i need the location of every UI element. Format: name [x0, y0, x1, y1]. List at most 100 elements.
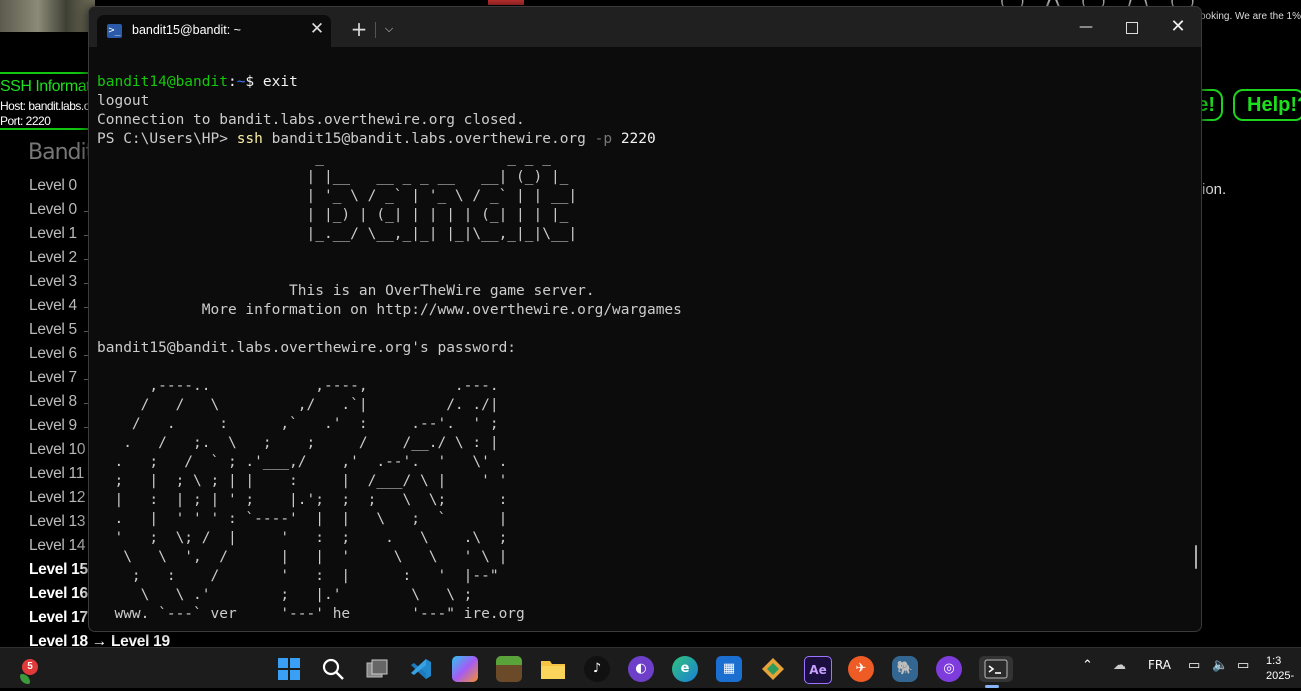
windows-start-icon[interactable]: [276, 656, 302, 682]
microsoft-store-icon[interactable]: ▦: [716, 656, 742, 682]
terminal-text-segment: . | ' ' ' : `----' | | \ ; ` |: [97, 511, 508, 527]
vscode-icon[interactable]: [408, 656, 434, 682]
terminal-line: This is an OverTheWire game server.: [97, 282, 1187, 301]
background-photo: [0, 0, 95, 32]
terminal-line: bandit14@bandit:~$ exit: [97, 73, 1187, 92]
terminal-text-segment: _ _ _ _: [97, 150, 551, 166]
tab-close-icon[interactable]: ✕: [307, 19, 327, 39]
help-button[interactable]: Help!?: [1233, 89, 1301, 121]
terminal-line: ; | ; \ ; | | : | /___/ \ | ' ': [97, 472, 1187, 491]
keyboard-language[interactable]: FRA: [1148, 658, 1171, 672]
ssh-info-title: SSH Informat: [0, 78, 91, 95]
terminal-text-segment: ,----.. ,----, .---.: [97, 378, 499, 394]
maximize-icon: [1126, 21, 1138, 34]
minimize-button[interactable]: —: [1063, 7, 1109, 47]
terminal-text-segment: ; : / ' : | : ' |--": [97, 568, 499, 584]
widgets-button[interactable]: 5: [8, 657, 38, 684]
github-icon[interactable]: ◐: [628, 656, 654, 682]
terminal-line: \ \ ', / | | ' \ \ ' \ |: [97, 548, 1187, 567]
ssh-info-port: Port: 2220: [0, 114, 51, 128]
taskbar: 5 ♪ ◐ e ▦ Ae ✈ 🐘 ◎ ⌃ ☁ FRA ▭ 🔈 ▭ 1:3 202…: [0, 647, 1301, 688]
terminal-text-segment: | |__ __ _ _ __ __| (_) |_: [97, 169, 569, 185]
copilot-icon[interactable]: [452, 656, 478, 682]
close-window-button[interactable]: ✕: [1155, 7, 1201, 47]
terminal-line: | '_ \ / _` | '_ \ / _` | | __|: [97, 187, 1187, 206]
terminal-line: www. `---` ver '---' he '---" ire.org: [97, 605, 1187, 624]
network-icon[interactable]: ▭: [1188, 658, 1200, 673]
terminal-line: | |__ __ _ _ __ __| (_) |_: [97, 168, 1187, 187]
task-view-icon[interactable]: [364, 656, 390, 682]
terminal-text-segment: logout: [97, 93, 150, 109]
terminal-text-segment: . ; / ` ; .'___,/ ,' .--'. ' \' .: [97, 454, 508, 470]
terminal-line: |_.__/ \__,_|_| |_|\__,_|_|\__|: [97, 225, 1187, 244]
terminal-line: _ _ _ _: [97, 149, 1187, 168]
terminal-text-segment: | : | ; | ' ; |.'; ; ; \ \; :: [97, 492, 508, 508]
widgets-badge: 5: [22, 659, 38, 675]
terminal-text-segment: Connection to bandit.labs.overthewire.or…: [97, 112, 525, 128]
search-icon[interactable]: [320, 656, 346, 682]
terminal-taskbar-icon[interactable]: [979, 656, 1013, 682]
new-tab-icon[interactable]: +: [349, 19, 369, 39]
file-explorer-icon[interactable]: [540, 656, 566, 682]
terminal-line: ,----.. ,----, .---.: [97, 377, 1187, 396]
terminal-output[interactable]: bandit14@bandit:~$ exit logout Connection …: [97, 73, 1187, 631]
terminal-line: . | ' ' ' : `----' | | \ ; ` |: [97, 510, 1187, 529]
bandit-heading: Bandit: [28, 140, 94, 165]
terminal-line: PS C:\Users\HP> ssh bandit15@bandit.labs…: [97, 130, 1187, 149]
terminal-line: \ \ .' ; |.' \ \ ;: [97, 586, 1187, 605]
minecraft-icon[interactable]: [496, 656, 522, 682]
git-tool-icon[interactable]: [760, 656, 786, 682]
terminal-line: ; : / ' : | : ' |--": [97, 567, 1187, 586]
terminal-titlebar[interactable]: >_ bandit15@bandit: ~ ✕ + ⌵ — ✕: [89, 7, 1201, 47]
chevron-up-icon[interactable]: ⌃: [1082, 658, 1093, 673]
terminal-text-segment: |_.__/ \__,_|_| |_|\__,_|_|\__|: [97, 226, 578, 242]
terminal-tab[interactable]: >_ bandit15@bandit: ~ ✕: [97, 15, 331, 47]
tor-browser-icon[interactable]: ◎: [936, 656, 962, 682]
clock[interactable]: 1:3 2025-: [1266, 654, 1294, 684]
volume-icon[interactable]: 🔈: [1212, 658, 1228, 673]
battery-icon[interactable]: ▭: [1237, 658, 1249, 673]
chevron-down-icon[interactable]: ⌵: [379, 19, 399, 39]
postman-icon[interactable]: ✈: [848, 656, 874, 682]
terminal-text-segment: ssh: [236, 131, 263, 147]
cloud-offline-icon[interactable]: ☁: [1113, 658, 1126, 673]
terminal-line: . / ;. \ ; ; / /__./ \ : |: [97, 434, 1187, 453]
terminal-line: . ; / ` ; .'___,/ ,' .--'. ' \' .: [97, 453, 1187, 472]
terminal-line: Connection to bandit.labs.overthewire.or…: [97, 111, 1187, 130]
after-effects-icon[interactable]: Ae: [804, 656, 832, 684]
powershell-icon: >_: [107, 24, 122, 38]
terminal-text-segment: This is an OverTheWire game server.: [97, 283, 595, 299]
terminal-line: More information on http://www.overthewi…: [97, 301, 1187, 320]
terminal-text-segment: bandit15@bandit.labs.overthewire.org: [262, 131, 595, 147]
tiktok-icon[interactable]: ♪: [584, 656, 610, 682]
ssh-information-box: SSH Informat Host: bandit.labs.o Port: 2…: [0, 72, 92, 130]
terminal-text-segment: . / ;. \ ; ; / /__./ \ : |: [97, 435, 499, 451]
terminal-text-segment: PS C:\Users\HP>: [97, 131, 237, 147]
terminal-text-segment: bandit14@bandit: [97, 74, 228, 90]
edge-icon[interactable]: e: [672, 656, 698, 682]
terminal-text-segment: ; | ; \ ; | | : | /___/ \ | ' ': [97, 473, 508, 489]
terminal-scrollbar[interactable]: [1195, 545, 1197, 569]
terminal-text-segment: :: [227, 74, 237, 90]
terminal-text-segment: More information on http://www.overthewi…: [97, 302, 682, 318]
tab-title: bandit15@bandit: ~: [132, 23, 241, 37]
terminal-text-segment: www. `---` ver '---' he '---" ire.org: [97, 606, 525, 622]
terminal-text-segment: \ \ .' ; |.' \ \ ;: [97, 587, 473, 603]
background-tagline: ooking. We are the 1%.: [1200, 11, 1301, 22]
terminal-window[interactable]: >_ bandit15@bandit: ~ ✕ + ⌵ — ✕ bandit14…: [88, 6, 1202, 632]
ssh-info-host: Host: bandit.labs.o: [0, 99, 90, 113]
pgadmin-icon[interactable]: 🐘: [892, 656, 918, 682]
terminal-line: | : | ; | ' ; |.'; ; ; \ \; :: [97, 491, 1187, 510]
maximize-button[interactable]: [1109, 7, 1155, 47]
terminal-line: / / \ ,/ .`| /. ./|: [97, 396, 1187, 415]
terminal-text-segment: 2220: [612, 131, 656, 147]
tab-separator: [375, 22, 376, 38]
terminal-line: logout: [97, 92, 1187, 111]
terminal-text-segment: ' ; \; / | ' : ; . \ .\ ;: [97, 530, 508, 546]
terminal-text-segment: | '_ \ / _` | '_ \ / _` | | __|: [97, 188, 578, 204]
terminal-text-segment: / / \ ,/ .`| /. ./|: [97, 397, 499, 413]
